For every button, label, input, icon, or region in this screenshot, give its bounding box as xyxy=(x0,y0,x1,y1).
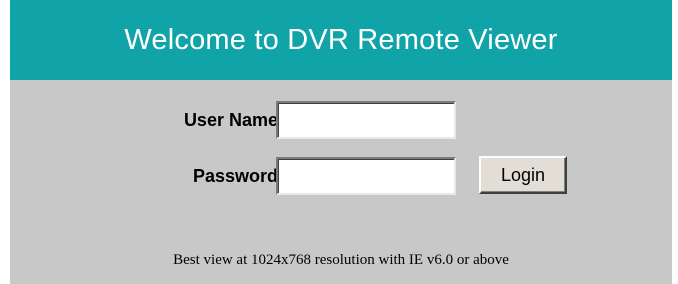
username-label: User Name xyxy=(183,110,278,130)
password-row: Password Login xyxy=(10,156,672,196)
page-title: Welcome to DVR Remote Viewer xyxy=(10,0,672,80)
resolution-note: Best view at 1024x768 resolution with IE… xyxy=(173,252,509,268)
username-input[interactable] xyxy=(276,101,456,139)
password-label: Password xyxy=(192,166,278,186)
login-panel: Welcome to DVR Remote Viewer User Name P… xyxy=(10,0,672,284)
username-row: User Name xyxy=(10,100,672,140)
login-button[interactable]: Login xyxy=(479,156,567,194)
password-input[interactable] xyxy=(276,157,456,195)
